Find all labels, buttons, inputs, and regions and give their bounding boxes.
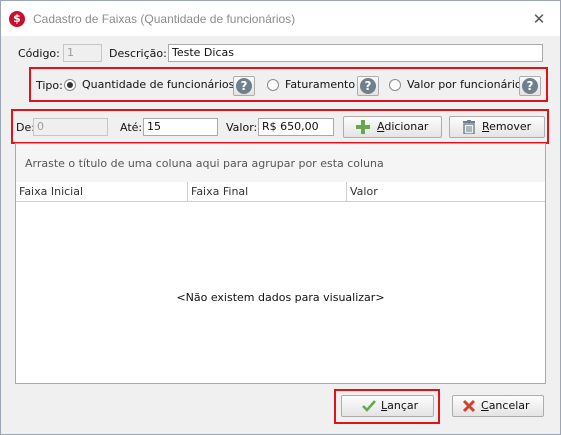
help-icon: ? (360, 78, 376, 94)
radio-valor-funcionario[interactable] (389, 79, 401, 91)
radio-valor-funcionario-label[interactable]: Valor por funcionário (407, 78, 522, 91)
help-faturamento-button[interactable]: ? (357, 76, 379, 96)
trash-icon (463, 120, 475, 134)
tipo-label: Tipo: (36, 79, 63, 92)
radio-faturamento-label[interactable]: Faturamento (285, 78, 355, 91)
radio-faturamento[interactable] (267, 79, 279, 91)
empty-grid-message: <Não existem dados para visualizar> (176, 291, 385, 304)
plus-icon (356, 120, 370, 134)
window-title: Cadastro de Faixas (Quantidade de funcio… (33, 12, 296, 26)
descricao-label: Descrição: (109, 47, 167, 60)
help-icon: ? (522, 78, 538, 94)
radio-quantidade-label[interactable]: Quantidade de funcionários (82, 78, 234, 91)
valor-label: Valor: (226, 121, 258, 134)
valor-field[interactable]: R$ 650,00 (258, 118, 334, 136)
column-header-faixa-inicial[interactable]: Faixa Inicial (16, 182, 188, 202)
codigo-field: 1 (63, 44, 102, 62)
title-bar[interactable]: $ Cadastro de Faixas (Quantidade de func… (1, 1, 560, 36)
faixas-grid[interactable]: Arraste o título de uma coluna aqui para… (15, 143, 546, 384)
remover-button[interactable]: Remover (449, 116, 545, 138)
radio-quantidade[interactable] (64, 79, 76, 91)
ate-label: Até: (120, 121, 143, 134)
help-icon: ? (236, 78, 252, 94)
help-valor-funcionario-button[interactable]: ? (519, 76, 541, 96)
column-header-valor[interactable]: Valor (347, 182, 545, 202)
cancel-x-icon (462, 399, 476, 413)
group-by-panel[interactable]: Arraste o título de uma coluna aqui para… (16, 144, 545, 183)
help-quantidade-button[interactable]: ? (233, 76, 255, 96)
descricao-field[interactable]: Teste Dicas (168, 44, 543, 62)
lancar-button[interactable]: Lançar (341, 395, 434, 417)
dollar-icon: $ (9, 11, 25, 27)
checkmark-icon (362, 400, 376, 412)
de-field: 0 (33, 118, 108, 136)
adicionar-button[interactable]: Adicionar (343, 116, 442, 138)
close-icon[interactable]: ✕ (530, 10, 548, 28)
group-by-hint: Arraste o título de uma coluna aqui para… (25, 157, 384, 170)
column-header-faixa-final[interactable]: Faixa Final (188, 182, 347, 202)
codigo-label: Código: (18, 47, 60, 60)
dialog-window: $ Cadastro de Faixas (Quantidade de func… (0, 0, 561, 435)
cancelar-button[interactable]: Cancelar (452, 395, 544, 417)
ate-field[interactable]: 15 (143, 118, 218, 136)
